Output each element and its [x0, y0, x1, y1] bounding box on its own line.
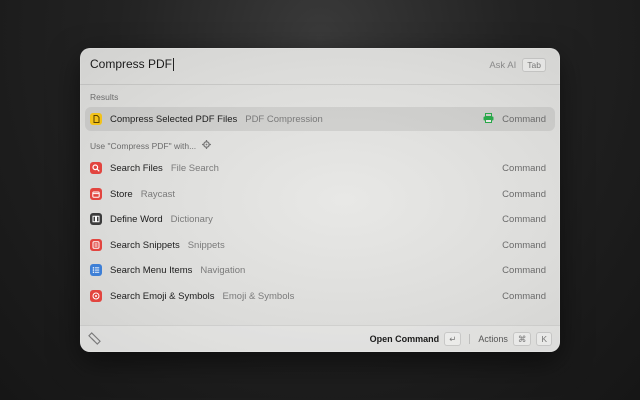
result-accessory: Command	[502, 113, 546, 125]
fallback-accessory: Command	[502, 239, 546, 251]
fallback-subtitle: Emoji & Symbols	[222, 290, 295, 302]
snippet-icon	[90, 239, 102, 251]
fallback-row-search-snippets[interactable]: Search Snippets Snippets Command	[85, 233, 555, 257]
fallback-subtitle: Raycast	[140, 188, 176, 200]
result-row-compress-pdf[interactable]: Compress Selected PDF Files PDF Compress…	[85, 107, 555, 131]
emoji-icon	[90, 290, 102, 302]
printer-icon	[483, 112, 494, 126]
tab-key-hint: Tab	[522, 58, 546, 72]
fallback-accessory: Command	[502, 290, 546, 302]
footer-divider	[469, 334, 471, 344]
magnifier-icon	[90, 162, 102, 174]
store-icon	[90, 188, 102, 200]
cmd-key-hint: ⌘	[512, 332, 532, 346]
fallback-row-store[interactable]: Store Raycast Command	[85, 182, 555, 206]
fallback-title: Store	[110, 188, 133, 200]
pdf-file-icon	[90, 113, 102, 125]
fallback-title: Search Menu Items	[110, 264, 193, 276]
fallback-title: Search Snippets	[110, 239, 180, 251]
fallback-accessory: Command	[502, 162, 546, 174]
fallback-row-search-menu-items[interactable]: Search Menu Items Navigation Command	[85, 258, 555, 282]
fallback-accessory: Command	[502, 213, 546, 225]
ask-ai-label: Ask AI	[489, 59, 517, 71]
search-input[interactable]: Compress PDF	[90, 57, 175, 71]
fallback-section-header: Use "Compress PDF" with...	[90, 140, 212, 151]
fallback-subtitle: Navigation	[200, 264, 246, 276]
book-icon	[90, 213, 102, 225]
fallback-row-search-emoji[interactable]: Search Emoji & Symbols Emoji & Symbols C…	[85, 284, 555, 308]
fallback-row-define-word[interactable]: Define Word Dictionary Command	[85, 207, 555, 231]
fallback-accessory: Command	[502, 188, 546, 200]
fallback-section-label: Use "Compress PDF" with...	[90, 140, 197, 151]
fallback-accessory: Command	[502, 264, 546, 276]
enter-key-hint: ↵	[444, 332, 462, 346]
actions-button[interactable]: Actions	[478, 334, 508, 344]
fallback-title: Define Word	[110, 213, 163, 225]
fallback-subtitle: Snippets	[187, 239, 225, 251]
fallback-row-search-files[interactable]: Search Files File Search Command	[85, 156, 555, 180]
open-command-button[interactable]: Open Command	[370, 334, 440, 344]
menu-items-icon	[90, 264, 102, 276]
fallback-title: Search Emoji & Symbols	[110, 290, 215, 302]
k-key-hint: K	[536, 332, 552, 346]
fallback-title: Search Files	[110, 162, 163, 174]
fallback-subtitle: Dictionary	[170, 213, 213, 225]
results-section-label: Results	[90, 92, 119, 102]
results-section-header: Results	[90, 92, 118, 102]
fallback-subtitle: File Search	[170, 162, 219, 174]
result-subtitle: PDF Compression	[245, 113, 323, 125]
launcher-window: Compress PDF Ask AI Tab Results Compress…	[80, 48, 560, 352]
gear-icon[interactable]	[202, 140, 212, 151]
text-caret	[173, 57, 175, 71]
ask-ai-button[interactable]: Ask AI Tab	[489, 58, 546, 72]
result-title: Compress Selected PDF Files	[110, 113, 238, 125]
raycast-logo-icon[interactable]	[88, 332, 102, 346]
footer-bar: Open Command ↵ Actions ⌘ K	[80, 325, 560, 352]
search-query: Compress PDF	[90, 57, 173, 71]
search-bar: Compress PDF Ask AI Tab	[80, 48, 560, 85]
